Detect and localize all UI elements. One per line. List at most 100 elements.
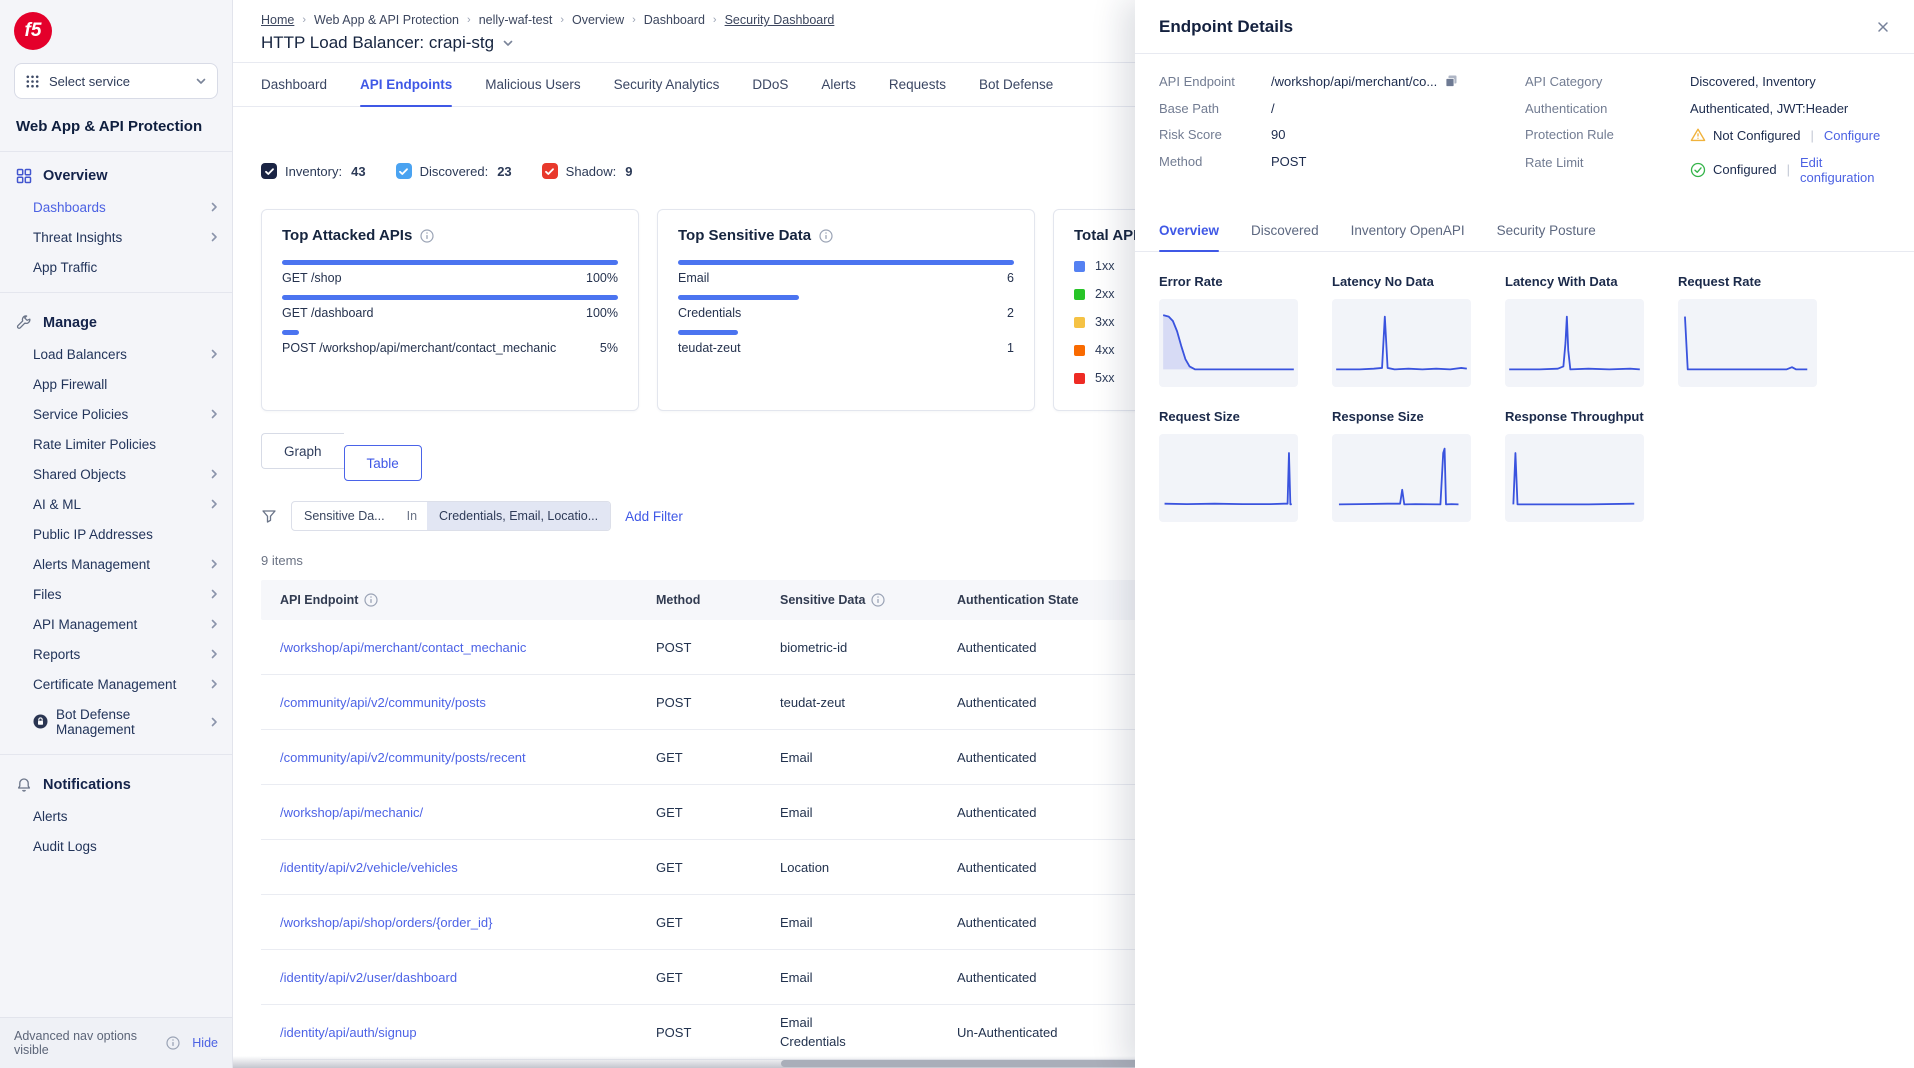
tab-security-analytics[interactable]: Security Analytics: [614, 63, 720, 106]
checkbox-count: 43: [351, 164, 365, 179]
detail-value: Authenticated, JWT:Header: [1690, 101, 1848, 116]
edit-configuration-link[interactable]: Edit configuration: [1800, 155, 1890, 185]
sidebar-item-ai-ml[interactable]: AI & ML: [0, 489, 232, 519]
top-sensitive-bars: Email6Credentials2teudat-zeut1: [678, 260, 1014, 355]
tab-alerts[interactable]: Alerts: [821, 63, 856, 106]
info-icon[interactable]: [420, 229, 434, 243]
endpoint-link[interactable]: /workshop/api/merchant/contact_mechanic: [280, 640, 656, 655]
configure-link[interactable]: Configure: [1824, 128, 1880, 143]
endpoint-link[interactable]: /workshop/api/shop/orders/{order_id}: [280, 915, 656, 930]
metric-label: Email: [678, 271, 709, 285]
info-icon[interactable]: [166, 1036, 180, 1050]
sidebar-item-label: Rate Limiter Policies: [33, 437, 156, 452]
method-cell: POST: [656, 1025, 780, 1040]
chevron-right-icon: [208, 348, 220, 360]
sidebar-item-public-ip-addresses[interactable]: Public IP Addresses: [0, 519, 232, 549]
sidebar-item-reports[interactable]: Reports: [0, 639, 232, 669]
chevron-right-icon: [208, 201, 220, 213]
breadcrumb-home[interactable]: Home: [261, 13, 294, 27]
sidebar-item-threat-insights[interactable]: Threat Insights: [0, 222, 232, 252]
endpoint-link[interactable]: /community/api/v2/community/posts/recent: [280, 750, 656, 765]
filter-checkbox-inventory[interactable]: Inventory:43: [261, 163, 366, 179]
endpoint-link[interactable]: /community/api/v2/community/posts: [280, 695, 656, 710]
metric-label: teudat-zeut: [678, 341, 741, 355]
panel-tab-discovered[interactable]: Discovered: [1251, 210, 1319, 251]
filter-checkbox-shadow[interactable]: Shadow:9: [542, 163, 633, 179]
detail-label: Authentication: [1525, 101, 1690, 116]
tab-api-endpoints[interactable]: API Endpoints: [360, 63, 452, 106]
chevron-right-icon: [208, 468, 220, 480]
detail-value-text: POST: [1271, 154, 1306, 169]
copy-icon[interactable]: [1444, 74, 1459, 89]
metric-value: 100%: [586, 306, 618, 320]
info-icon[interactable]: [819, 229, 833, 243]
overview-icon: [16, 168, 32, 184]
sidebar-item-audit-logs[interactable]: Audit Logs: [0, 831, 232, 861]
checkbox-label: Discovered:: [420, 164, 489, 179]
sidebar-item-certificate-management[interactable]: Certificate Management: [0, 669, 232, 699]
sidebar-item-app-traffic[interactable]: App Traffic: [0, 252, 232, 282]
endpoint-link[interactable]: /identity/api/v2/vehicle/vehicles: [280, 860, 656, 875]
chevron-down-icon[interactable]: [502, 37, 514, 49]
endpoint-link[interactable]: /workshop/api/mechanic/: [280, 805, 656, 820]
sidebar: f5 Select service Web App & API Protecti…: [0, 0, 233, 1068]
sidebar-section-manage[interactable]: Manage: [0, 303, 232, 339]
hide-link[interactable]: Hide: [192, 1036, 218, 1050]
breadcrumb-overview[interactable]: Overview: [572, 13, 624, 27]
endpoint-link[interactable]: /identity/api/auth/signup: [280, 1025, 656, 1040]
select-service-dropdown[interactable]: Select service: [14, 63, 218, 99]
sidebar-item-alerts[interactable]: Alerts: [0, 801, 232, 831]
chevron-right-icon: [208, 678, 220, 690]
breadcrumb-separator: ›: [467, 14, 471, 26]
checkbox-icon: [542, 163, 558, 179]
sidebar-item-load-balancers[interactable]: Load Balancers: [0, 339, 232, 369]
panel-tab-inventory-openapi[interactable]: Inventory OpenAPI: [1351, 210, 1465, 251]
breadcrumb-security-dashboard[interactable]: Security Dashboard: [725, 13, 835, 27]
panel-tab-security-posture[interactable]: Security Posture: [1497, 210, 1596, 251]
legend-swatch: [1074, 289, 1085, 300]
tab-malicious-users[interactable]: Malicious Users: [485, 63, 580, 106]
sidebar-item-label: Threat Insights: [33, 230, 122, 245]
endpoint-link[interactable]: /identity/api/v2/user/dashboard: [280, 970, 656, 985]
metric-row: teudat-zeut1: [678, 341, 1014, 355]
sidebar-item-api-management[interactable]: API Management: [0, 609, 232, 639]
filter-checkbox-discovered[interactable]: Discovered:23: [396, 163, 512, 179]
filter-operator-chip[interactable]: In: [397, 502, 427, 530]
close-icon[interactable]: [1876, 20, 1890, 34]
detail-value-text: 90: [1271, 127, 1285, 142]
chart-title: Response Throughput: [1505, 409, 1644, 424]
sidebar-item-files[interactable]: Files: [0, 579, 232, 609]
tab-dashboard[interactable]: Dashboard: [261, 63, 327, 106]
table-toggle-button[interactable]: Table: [344, 445, 422, 481]
tab-requests[interactable]: Requests: [889, 63, 946, 106]
metric-value: 5%: [600, 341, 618, 355]
breadcrumb-nelly-waf-test[interactable]: nelly-waf-test: [479, 13, 553, 27]
sidebar-item-alerts-management[interactable]: Alerts Management: [0, 549, 232, 579]
sidebar-item-dashboards[interactable]: Dashboards: [0, 192, 232, 222]
card-title: Top Attacked APIs: [282, 227, 412, 244]
filter-field-chip[interactable]: Sensitive Da...: [292, 502, 397, 530]
detail-value-text: /workshop/api/merchant/co...: [1271, 74, 1437, 89]
column-label: Authentication State: [957, 593, 1079, 607]
sidebar-section-notifications[interactable]: Notifications: [0, 765, 232, 801]
sidebar-item-bot-defense-management[interactable]: Bot Defense Management: [0, 699, 232, 744]
detail-risk-score: Risk Score90: [1159, 127, 1499, 142]
add-filter-button[interactable]: Add Filter: [625, 509, 683, 524]
sensitive-data-cell: EmailCredentials: [780, 1013, 957, 1051]
divider: |: [1787, 162, 1790, 177]
sensitive-data-cell: Location: [780, 858, 957, 877]
panel-tab-overview[interactable]: Overview: [1159, 210, 1219, 251]
tab-bot-defense[interactable]: Bot Defense: [979, 63, 1053, 106]
filter-value-chip[interactable]: Credentials, Email, Locatio...: [427, 502, 610, 530]
top-attacked-bars: GET /shop100%GET /dashboard100%POST /wor…: [282, 260, 618, 355]
sidebar-item-app-firewall[interactable]: App Firewall: [0, 369, 232, 399]
tab-ddos[interactable]: DDoS: [752, 63, 788, 106]
breadcrumb-web-app-api-protection[interactable]: Web App & API Protection: [314, 13, 459, 27]
sidebar-item-service-policies[interactable]: Service Policies: [0, 399, 232, 429]
breadcrumb-dashboard[interactable]: Dashboard: [644, 13, 705, 27]
sidebar-item-rate-limiter-policies[interactable]: Rate Limiter Policies: [0, 429, 232, 459]
sidebar-section-overview[interactable]: Overview: [0, 156, 232, 192]
sidebar-item-shared-objects[interactable]: Shared Objects: [0, 459, 232, 489]
graph-toggle-button[interactable]: Graph: [261, 433, 344, 469]
sidebar-item-label: Alerts Management: [33, 557, 150, 572]
